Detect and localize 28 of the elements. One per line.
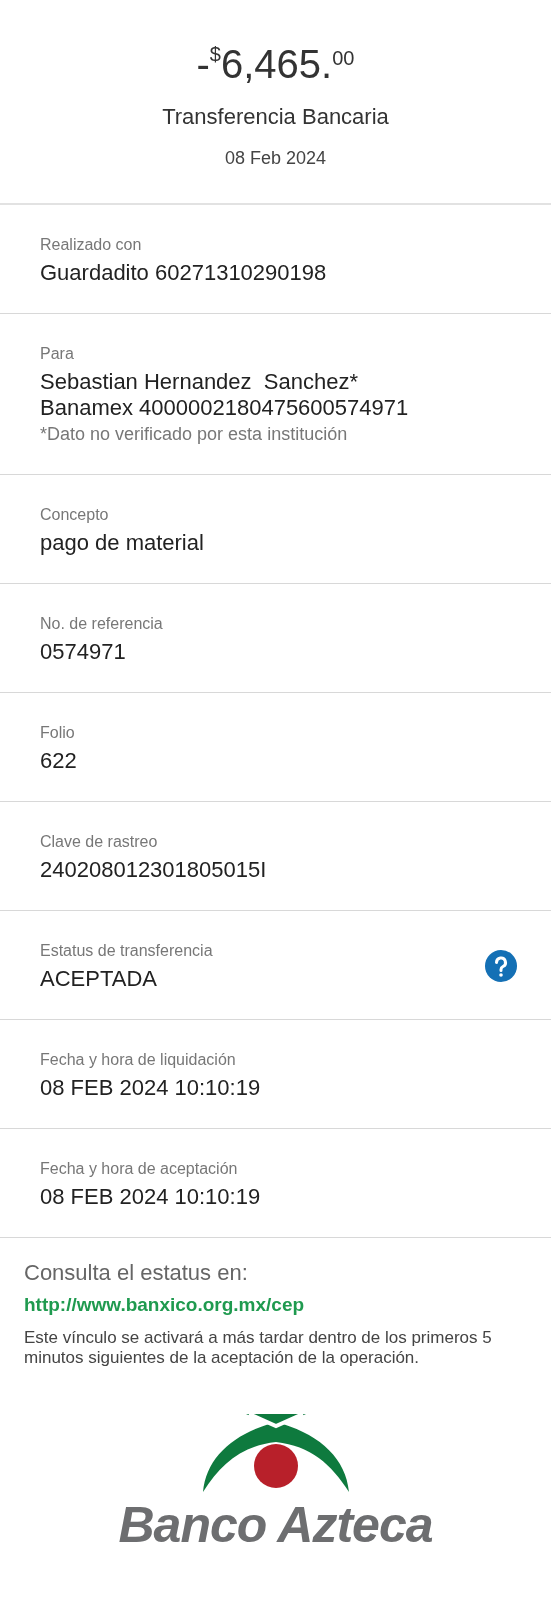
field-value: Banamex 4000002180475600574971 [40, 395, 410, 421]
transaction-date: 08 Feb 2024 [224, 147, 327, 170]
status-link[interactable]: http://www.banxico.org.mx/cep [24, 1291, 527, 1320]
field-value: 240208012301805015I [40, 857, 268, 883]
field-label: Para [40, 344, 75, 364]
field-value: pago de material [40, 530, 205, 556]
field-label: No. de referencia [40, 614, 164, 634]
field-value: 08 FEB 2024 10:10:19 [40, 1075, 262, 1101]
status-heading: Consulta el estatus en: [24, 1259, 249, 1287]
help-icon[interactable] [485, 950, 517, 982]
field-label: Folio [40, 723, 76, 743]
field-label: Realizado con [40, 235, 143, 255]
field-value: 0574971 [40, 639, 127, 665]
link-notice: Este vínculo se activará a más tardar dentro de los primeros 5 minutos siguientes de la aceptación de la operación. [24, 1327, 493, 1368]
field-label: Fecha y hora de aceptación [40, 1159, 239, 1179]
field-value: Sebastian Hernandez Sanchez* [40, 369, 359, 395]
field-label: Concepto [40, 505, 110, 525]
field-value: Guardadito 60271310290198 [40, 260, 328, 286]
field-label: Fecha y hora de liquidación [40, 1050, 237, 1070]
field-value: 622 [40, 748, 78, 774]
field-value: 08 FEB 2024 10:10:19 [40, 1184, 262, 1210]
field-label: Estatus de transferencia [40, 941, 214, 961]
field-note: *Dato no verificado por esta institución [40, 423, 349, 446]
field-label: Clave de rastreo [40, 832, 159, 852]
logo-emblem-icon [200, 1413, 351, 1494]
transaction-title: Transferencia Bancaria [162, 103, 389, 131]
logo-wordmark: Banco Azteca [118, 1497, 433, 1552]
field-value: ACEPTADA [40, 966, 158, 992]
